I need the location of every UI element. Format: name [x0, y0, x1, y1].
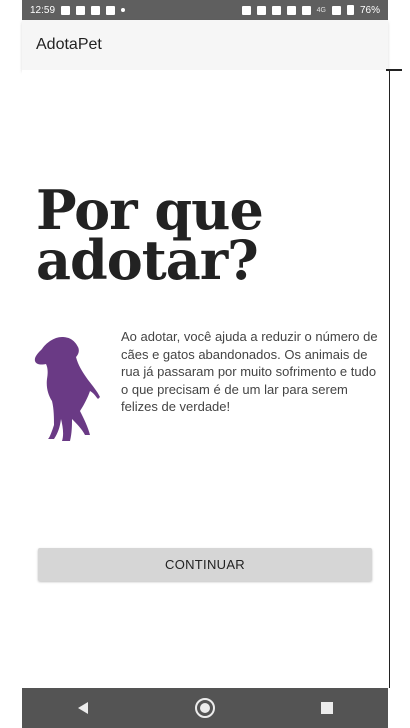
network-type: 4G: [316, 6, 326, 14]
cast-icon: [271, 5, 281, 15]
wifi-icon: [301, 5, 311, 15]
notification-icon: [61, 5, 71, 15]
app-notification-icon: [106, 5, 116, 15]
more-notifications-icon: [121, 8, 126, 12]
recents-square-icon: [321, 702, 333, 714]
alarm-icon: [241, 5, 251, 15]
description-text: Ao adotar, você ajuda a reduzir o número…: [121, 329, 378, 414]
nfc-icon: [256, 5, 266, 15]
back-triangle-icon: [78, 702, 88, 714]
dog-silhouette-graphic: [34, 337, 100, 441]
app-title: AdotaPet: [36, 36, 102, 53]
battery-icon: [346, 5, 354, 15]
home-circle-icon: [195, 698, 215, 718]
dog-silhouette-icon: [32, 335, 102, 445]
vibrate-icon: [286, 5, 296, 15]
recents-button[interactable]: [307, 688, 347, 728]
amazon-icon: [76, 5, 86, 15]
sync-icon: [91, 5, 101, 15]
continue-button[interactable]: CONTINUAR: [38, 548, 372, 581]
page-headline: Por que adotar?: [36, 178, 264, 292]
status-right: 4G 76%: [241, 4, 380, 16]
edge-tick: [386, 69, 402, 71]
status-left: 12:59: [30, 4, 126, 16]
main-content: Por que adotar? Ao adotar, você ajuda a …: [22, 70, 388, 688]
back-button[interactable]: [63, 688, 103, 728]
status-bar: 12:59 4G 76%: [22, 0, 388, 20]
app-bar: AdotaPet: [22, 20, 388, 70]
home-button[interactable]: [185, 688, 225, 728]
signal-icon: [331, 5, 341, 15]
battery-level: 76%: [359, 4, 380, 16]
edge-divider: [389, 70, 390, 688]
status-time: 12:59: [30, 4, 56, 16]
navigation-bar: [22, 688, 388, 728]
